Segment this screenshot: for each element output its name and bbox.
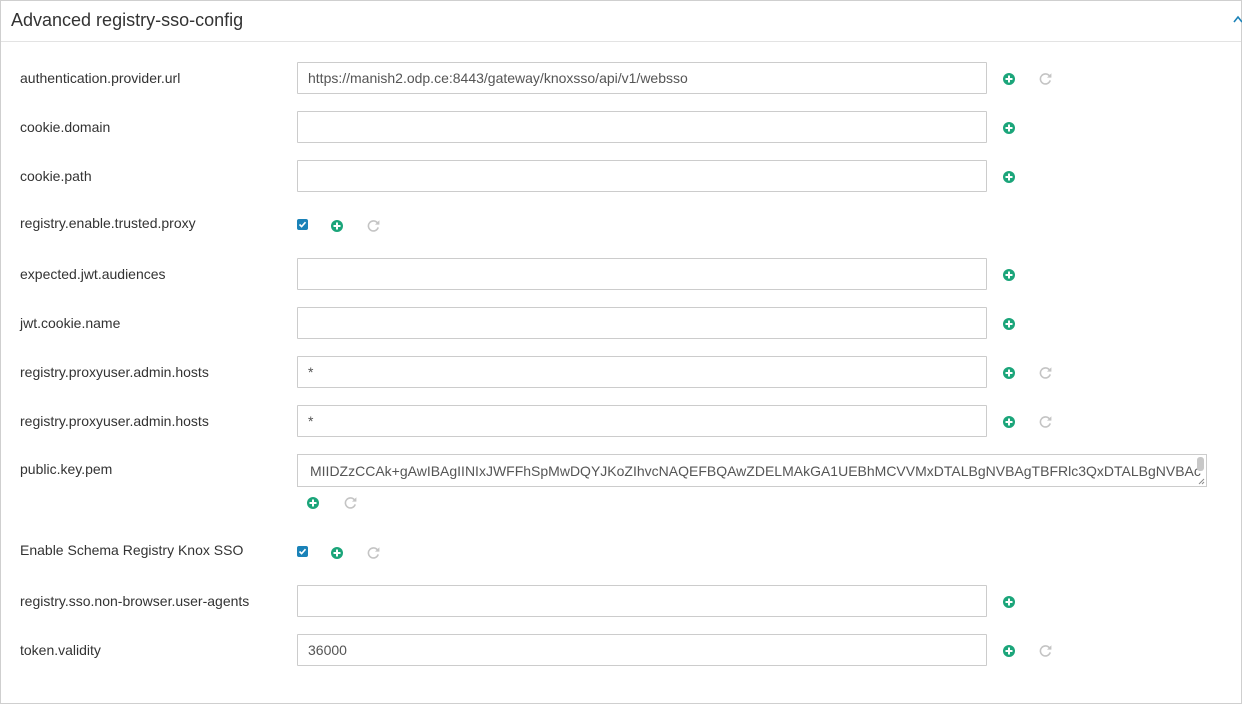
add-property-icon[interactable] bbox=[1003, 269, 1015, 281]
property-label: authentication.provider.url bbox=[20, 70, 181, 86]
undo-icon[interactable] bbox=[1039, 366, 1052, 379]
property-label: registry.enable.trusted.proxy bbox=[20, 215, 196, 231]
undo-icon[interactable] bbox=[1039, 415, 1052, 428]
textarea-value: MIIDZzCCAk+gAwIBAgIINIxJWFFhSpMwDQYJKoZI… bbox=[310, 463, 1201, 479]
property-checkbox[interactable] bbox=[297, 546, 308, 557]
property-label: cookie.path bbox=[20, 168, 92, 184]
property-value-input[interactable] bbox=[297, 160, 987, 192]
property-label: jwt.cookie.name bbox=[20, 315, 121, 331]
resize-handle-icon[interactable] bbox=[1198, 478, 1205, 485]
property-label: token.validity bbox=[20, 642, 101, 658]
textarea-scrollbar[interactable] bbox=[1197, 457, 1204, 471]
add-property-icon[interactable] bbox=[1003, 318, 1015, 330]
property-label: cookie.domain bbox=[20, 119, 111, 135]
property-label: public.key.pem bbox=[20, 461, 113, 477]
property-value-input[interactable] bbox=[297, 585, 987, 617]
add-property-icon[interactable] bbox=[307, 497, 319, 509]
checkmark-icon bbox=[298, 548, 307, 555]
property-value-input[interactable] bbox=[297, 111, 987, 143]
property-label: expected.jwt.audiences bbox=[20, 266, 166, 282]
property-checkbox[interactable] bbox=[297, 219, 308, 230]
property-label: Enable Schema Registry Knox SSO bbox=[20, 542, 244, 558]
add-property-icon[interactable] bbox=[1003, 596, 1015, 608]
chevron-up-icon[interactable] bbox=[1233, 15, 1242, 23]
add-property-icon[interactable] bbox=[331, 220, 343, 232]
undo-icon[interactable] bbox=[1039, 644, 1052, 657]
property-value-input[interactable] bbox=[297, 356, 987, 388]
public-key-textarea[interactable]: MIIDZzCCAk+gAwIBAgIINIxJWFFhSpMwDQYJKoZI… bbox=[297, 454, 1207, 487]
property-value-input[interactable] bbox=[297, 62, 987, 94]
add-property-icon[interactable] bbox=[1003, 645, 1015, 657]
panel-header[interactable]: Advanced registry-sso-config bbox=[1, 1, 1242, 42]
undo-icon[interactable] bbox=[1039, 72, 1052, 85]
add-property-icon[interactable] bbox=[1003, 416, 1015, 428]
add-property-icon[interactable] bbox=[1003, 367, 1015, 379]
add-property-icon[interactable] bbox=[1003, 73, 1015, 85]
undo-icon[interactable] bbox=[344, 496, 357, 509]
property-value-input[interactable] bbox=[297, 405, 987, 437]
property-value-input[interactable] bbox=[297, 307, 987, 339]
checkmark-icon bbox=[298, 221, 307, 228]
property-label: registry.sso.non-browser.user-agents bbox=[20, 593, 250, 609]
add-property-icon[interactable] bbox=[1003, 122, 1015, 134]
property-label: registry.proxyuser.admin.hosts bbox=[20, 413, 209, 429]
advanced-config-panel: Advanced registry-sso-config authenticat… bbox=[0, 0, 1242, 704]
panel-title: Advanced registry-sso-config bbox=[11, 10, 244, 30]
property-label: registry.proxyuser.admin.hosts bbox=[20, 364, 209, 380]
property-value-input[interactable] bbox=[297, 258, 987, 290]
property-value-input[interactable] bbox=[297, 634, 987, 666]
undo-icon[interactable] bbox=[367, 546, 380, 559]
add-property-icon[interactable] bbox=[331, 547, 343, 559]
add-property-icon[interactable] bbox=[1003, 171, 1015, 183]
undo-icon[interactable] bbox=[367, 219, 380, 232]
